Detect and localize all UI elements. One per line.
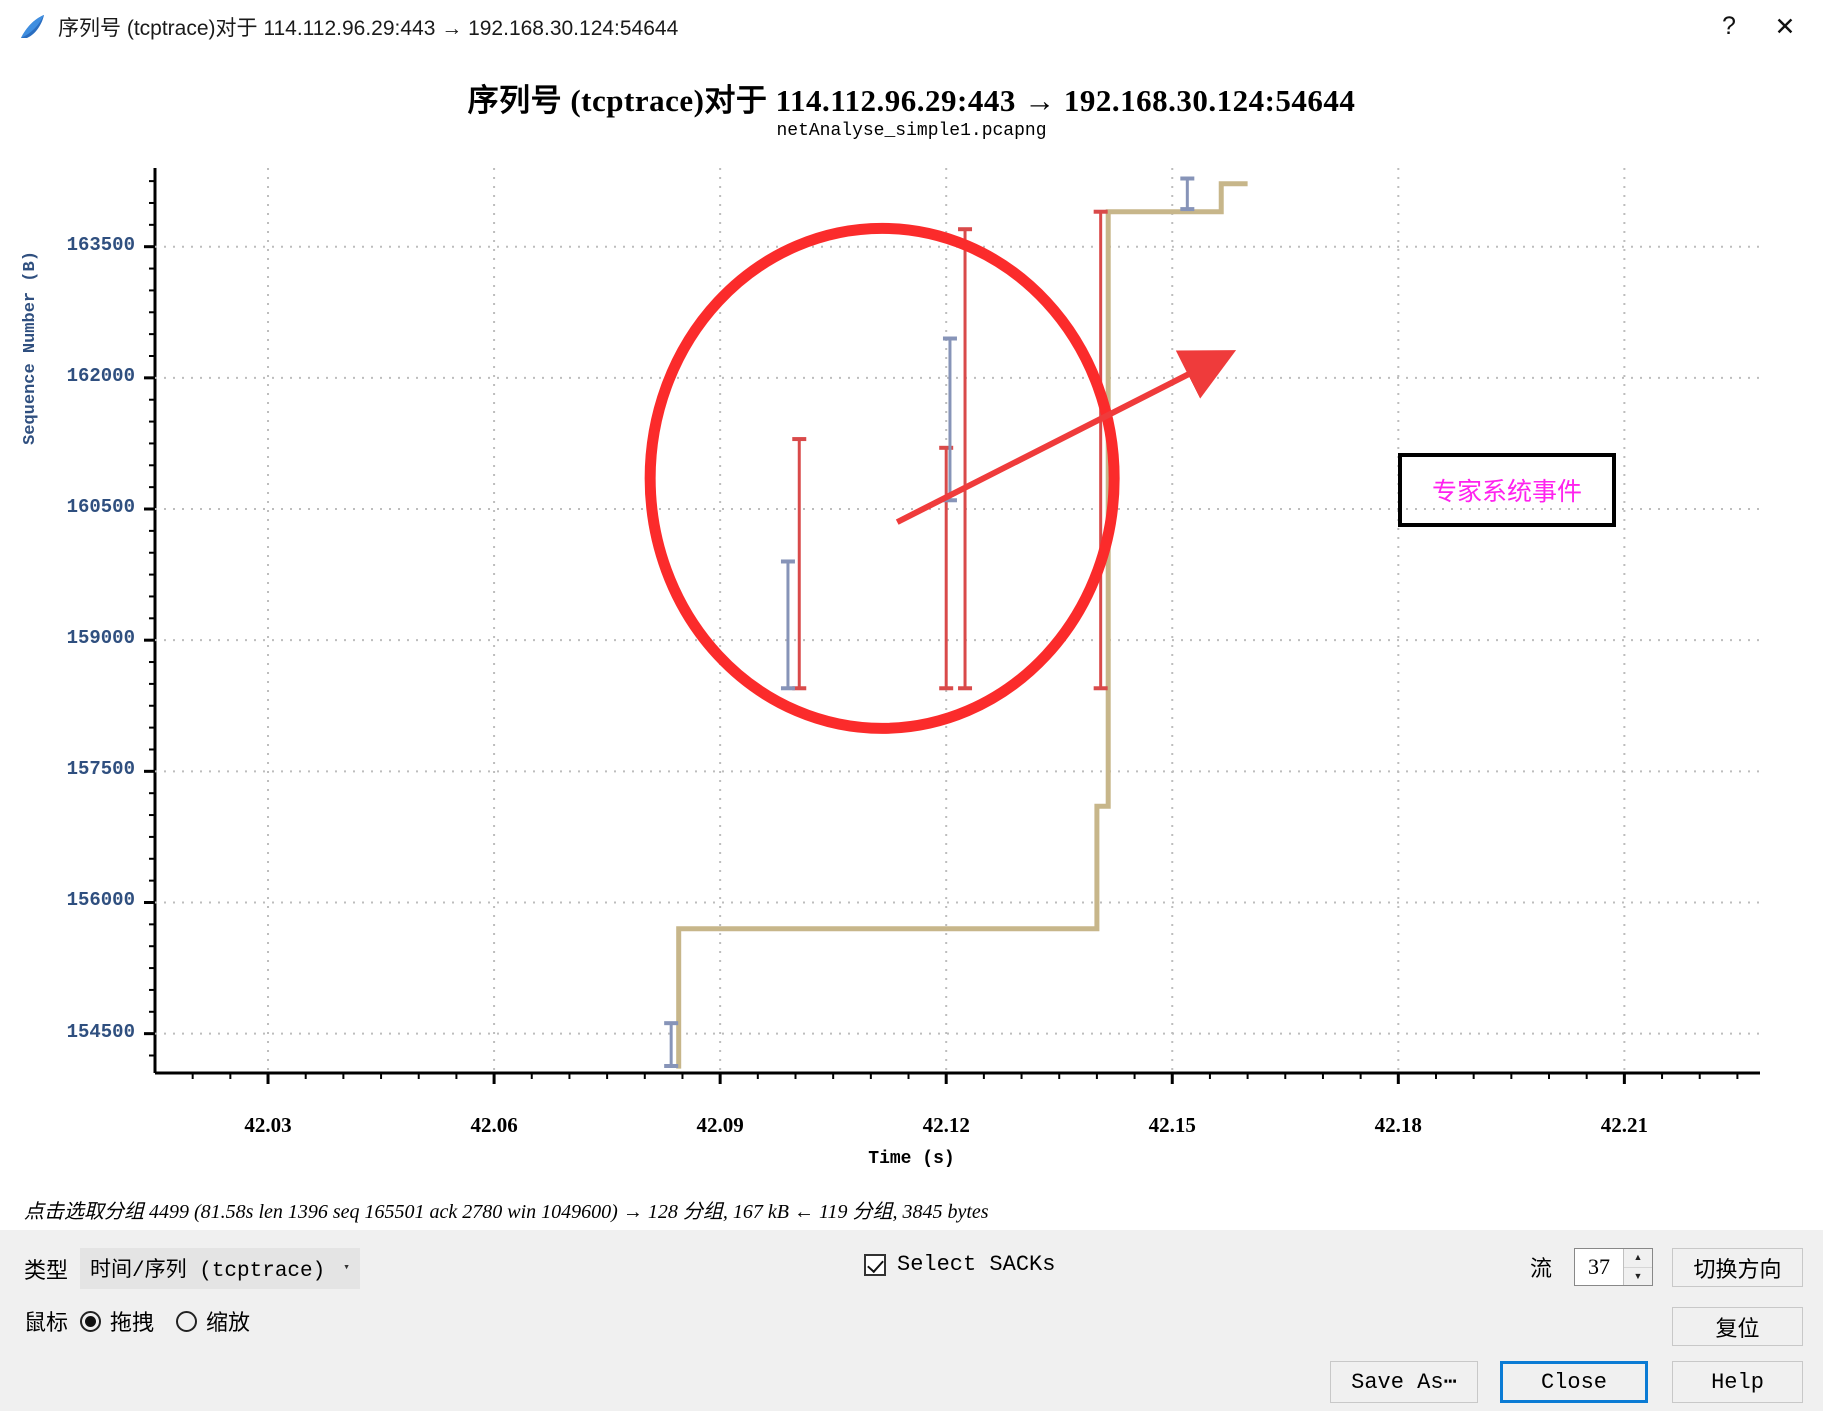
window-title: 序列号 (tcptrace)对于 114.112.96.29:443 → 192… xyxy=(58,16,679,40)
stream-selector: 流 37 ▲ ▼ xyxy=(1530,1248,1654,1286)
graph-type-value: 时间/序列 (tcptrace) xyxy=(90,1260,326,1283)
wireshark-fin-icon xyxy=(18,12,48,42)
y-tick-label: 156000 xyxy=(66,889,135,912)
control-panel: 类型 时间/序列 (tcptrace) ▾ 鼠标 拖拽 缩放 Select SA… xyxy=(0,1230,1823,1411)
reset-button[interactable]: 复位 xyxy=(1672,1307,1803,1346)
tcp-stream-graph[interactable]: 序列号 (tcptrace)对于 114.112.96.29:443 → 192… xyxy=(0,53,1823,1188)
radio-drag-icon[interactable] xyxy=(80,1310,102,1332)
annotation-layer xyxy=(644,222,1237,734)
axis-lines xyxy=(153,168,1760,1075)
expert-event-arrow xyxy=(895,350,1237,525)
window-title-bar: 序列号 (tcptrace)对于 114.112.96.29:443 → 192… xyxy=(0,0,1823,54)
y-tick-label: 154500 xyxy=(66,1020,135,1043)
mouse-mode-drag-label: 拖拽 xyxy=(110,1310,155,1335)
mouse-mode-zoom[interactable]: 缩放 xyxy=(176,1305,250,1337)
stream-decrement-button[interactable]: ▼ xyxy=(1624,1268,1652,1286)
stream-spinner-arrows: ▲ ▼ xyxy=(1623,1249,1653,1286)
axis-ticks xyxy=(144,180,1739,1084)
stream-number-value[interactable]: 37 xyxy=(1575,1249,1624,1285)
x-tick-label: 42.06 xyxy=(470,1113,518,1137)
y-tick-label: 160500 xyxy=(66,496,135,518)
radio-zoom-icon[interactable] xyxy=(176,1310,198,1332)
x-tick-label: 42.09 xyxy=(696,1113,744,1137)
select-sacks-checkbox[interactable] xyxy=(864,1253,886,1276)
x-tick-label: 42.18 xyxy=(1374,1113,1422,1137)
stream-increment-button[interactable]: ▲ xyxy=(1624,1249,1653,1268)
x-tick-label: 42.15 xyxy=(1148,1113,1196,1137)
y-tick-label: 159000 xyxy=(66,627,135,650)
y-tick-label: 162000 xyxy=(66,364,135,387)
mouse-mode-zoom-label: 缩放 xyxy=(206,1310,251,1335)
stream-label: 流 xyxy=(1530,1256,1553,1281)
y-tick-label: 157500 xyxy=(66,758,135,781)
y-tick-label: 163500 xyxy=(66,233,135,256)
help-button[interactable]: Help xyxy=(1672,1361,1803,1403)
graph-type-label: 类型 xyxy=(24,1257,69,1283)
status-text: 点击选取分组 4499 (81.58s len 1396 seq 165501 … xyxy=(24,1200,989,1223)
stream-number-spinner[interactable]: 37 ▲ ▼ xyxy=(1574,1248,1654,1286)
select-sacks-row[interactable]: Select SACKs xyxy=(864,1252,1055,1277)
chevron-down-icon: ▾ xyxy=(343,1261,350,1274)
switch-direction-button[interactable]: 切换方向 xyxy=(1672,1248,1803,1287)
x-tick-label: 42.03 xyxy=(244,1113,292,1137)
help-window-button[interactable]: ? xyxy=(1701,0,1757,53)
save-as-button[interactable]: Save As⋯ xyxy=(1330,1361,1478,1403)
plot-canvas xyxy=(144,168,1760,1084)
close-window-button[interactable]: ✕ xyxy=(1757,0,1813,53)
expert-event-highlight-circle xyxy=(644,222,1120,734)
gridlines xyxy=(155,168,1760,1073)
mouse-mode-drag[interactable]: 拖拽 xyxy=(80,1305,154,1337)
mouse-mode-row: 鼠标 拖拽 缩放 xyxy=(24,1305,272,1337)
data-series-layer xyxy=(664,176,1248,1069)
x-tick-label: 42.21 xyxy=(1600,1113,1648,1137)
x-tick-label: 42.12 xyxy=(922,1113,970,1137)
expert-event-label-text: 专家系统事件 xyxy=(1431,478,1582,506)
select-sacks-label: Select SACKs xyxy=(897,1252,1056,1277)
graph-type-row: 类型 时间/序列 (tcptrace) ▾ xyxy=(24,1248,360,1289)
graph-type-dropdown[interactable]: 时间/序列 (tcptrace) ▾ xyxy=(80,1248,360,1289)
expert-event-label-box: 专家系统事件 xyxy=(1398,453,1616,527)
close-button[interactable]: Close xyxy=(1500,1361,1648,1403)
mouse-mode-label: 鼠标 xyxy=(24,1310,69,1335)
status-bar: 点击选取分组 4499 (81.58s len 1396 seq 165501 … xyxy=(0,1188,1823,1230)
